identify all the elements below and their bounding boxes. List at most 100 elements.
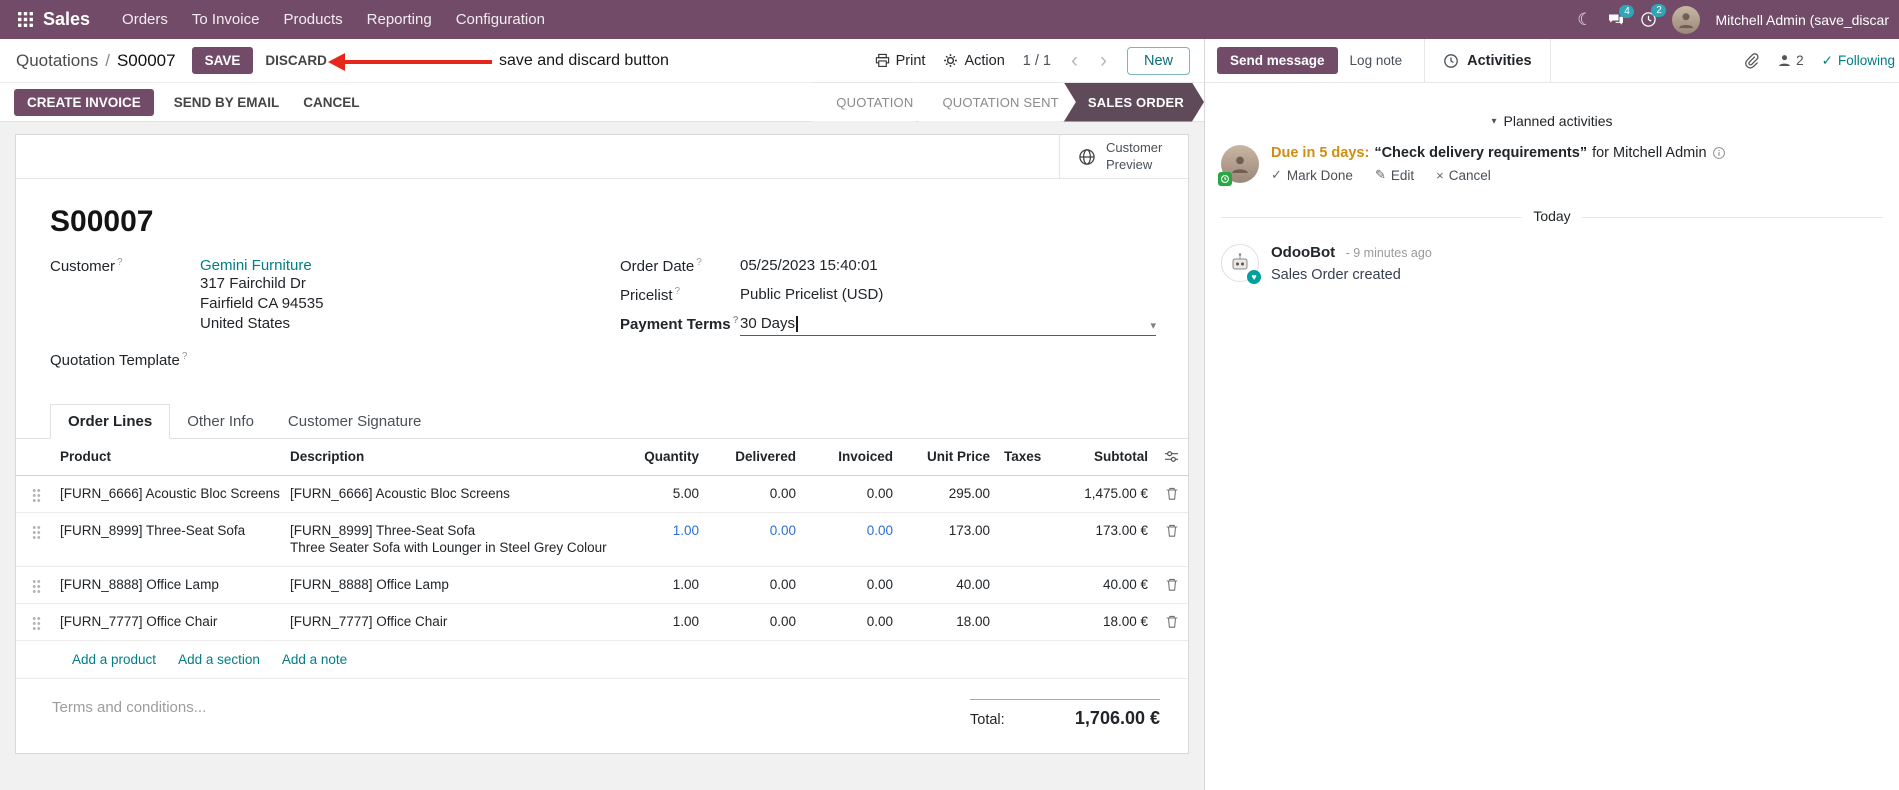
dropdown-caret-icon[interactable]: ▾ bbox=[1150, 319, 1156, 332]
create-invoice-button[interactable]: CREATE INVOICE bbox=[14, 88, 154, 116]
line-unit-price[interactable]: 173.00 bbox=[897, 513, 994, 549]
tab-other-info[interactable]: Other Info bbox=[170, 405, 271, 438]
line-invoiced[interactable]: 0.00 bbox=[800, 604, 897, 640]
line-quantity[interactable]: 1.00 bbox=[608, 567, 703, 603]
customer-preview-button[interactable]: Customer Preview bbox=[1059, 135, 1188, 178]
print-button[interactable]: Print bbox=[875, 53, 925, 69]
cancel-button[interactable]: CANCEL bbox=[291, 89, 371, 116]
apps-menu-icon[interactable] bbox=[8, 12, 43, 27]
line-unit-price[interactable]: 295.00 bbox=[897, 476, 994, 512]
pencil-icon: ✎ bbox=[1374, 167, 1386, 182]
edit-activity-button[interactable]: ✎ Edit bbox=[1375, 167, 1414, 183]
pager-previous-icon[interactable]: ‹ bbox=[1069, 50, 1080, 71]
line-taxes[interactable] bbox=[994, 567, 1072, 585]
terms-placeholder[interactable]: Terms and conditions... bbox=[52, 699, 206, 716]
line-invoiced[interactable]: 0.00 bbox=[800, 567, 897, 603]
line-taxes[interactable] bbox=[994, 604, 1072, 622]
line-invoiced[interactable]: 0.00 bbox=[800, 513, 897, 549]
customer-link[interactable]: Gemini Furniture bbox=[200, 257, 620, 274]
send-message-button[interactable]: Send message bbox=[1217, 47, 1338, 74]
delete-line-icon[interactable] bbox=[1152, 513, 1191, 547]
pager-next-icon[interactable]: › bbox=[1098, 50, 1109, 71]
followers-button[interactable]: 2 bbox=[1777, 53, 1804, 68]
line-unit-price[interactable]: 40.00 bbox=[897, 567, 994, 603]
breadcrumb-quotations[interactable]: Quotations bbox=[16, 51, 98, 71]
line-product[interactable]: [FURN_7777] Office Chair bbox=[56, 604, 286, 640]
messages-icon[interactable]: 4 bbox=[1607, 4, 1635, 28]
delete-line-icon[interactable] bbox=[1152, 604, 1191, 638]
pricelist-value[interactable]: Public Pricelist (USD) bbox=[740, 286, 883, 304]
tab-order-lines[interactable]: Order Lines bbox=[50, 404, 171, 440]
add-section-link[interactable]: Add a section bbox=[178, 652, 260, 667]
menu-reporting[interactable]: Reporting bbox=[355, 11, 444, 28]
order-line-row[interactable]: [FURN_7777] Office Chair [FURN_7777] Off… bbox=[16, 604, 1191, 642]
odoobot-avatar[interactable]: ♥ bbox=[1221, 244, 1261, 284]
new-button[interactable]: New bbox=[1126, 46, 1190, 75]
help-icon: ? bbox=[181, 351, 188, 363]
line-delivered[interactable]: 0.00 bbox=[703, 513, 800, 549]
line-delivered[interactable]: 0.00 bbox=[703, 567, 800, 603]
dark-mode-icon[interactable]: ☾ bbox=[1577, 10, 1592, 30]
chatter-panel: Send message Log note Activities 2 ✓ Fol… bbox=[1205, 39, 1899, 790]
line-delivered[interactable]: 0.00 bbox=[703, 604, 800, 640]
line-description[interactable]: [FURN_7777] Office Chair bbox=[286, 604, 608, 640]
line-quantity[interactable]: 1.00 bbox=[608, 513, 703, 549]
send-by-email-button[interactable]: SEND BY EMAIL bbox=[162, 89, 292, 116]
discard-button[interactable]: DISCARD bbox=[253, 47, 339, 74]
line-invoiced[interactable]: 0.00 bbox=[800, 476, 897, 512]
line-product[interactable]: [FURN_8888] Office Lamp bbox=[56, 567, 286, 603]
delete-line-icon[interactable] bbox=[1152, 476, 1191, 510]
add-note-link[interactable]: Add a note bbox=[282, 652, 347, 667]
user-name[interactable]: Mitchell Admin (save_discar bbox=[1715, 12, 1889, 28]
payment-terms-input[interactable]: 30 Days ▾ bbox=[740, 315, 1156, 336]
drag-handle-icon[interactable] bbox=[16, 567, 56, 603]
order-line-row[interactable]: [FURN_8999] Three-Seat Sofa [FURN_8999] … bbox=[16, 513, 1191, 568]
col-taxes: Taxes bbox=[1004, 449, 1042, 465]
activity-avatar[interactable] bbox=[1218, 145, 1259, 186]
line-product[interactable]: [FURN_8999] Three-Seat Sofa bbox=[56, 513, 286, 549]
cancel-activity-button[interactable]: × Cancel bbox=[1436, 167, 1491, 183]
message-author[interactable]: OdooBot bbox=[1271, 244, 1335, 261]
state-quotation[interactable]: QUOTATION bbox=[812, 83, 927, 122]
line-description[interactable]: [FURN_8999] Three-Seat Sofa Three Seater … bbox=[286, 513, 608, 566]
log-note-button[interactable]: Log note bbox=[1338, 47, 1415, 74]
app-name[interactable]: Sales bbox=[43, 9, 90, 30]
quotation-template-field[interactable] bbox=[200, 351, 620, 369]
action-button[interactable]: Action bbox=[943, 53, 1005, 69]
info-icon[interactable] bbox=[1712, 146, 1726, 160]
optional-columns-icon[interactable] bbox=[1152, 439, 1191, 473]
tab-customer-signature[interactable]: Customer Signature bbox=[271, 405, 438, 438]
menu-products[interactable]: Products bbox=[271, 11, 354, 28]
line-description[interactable]: [FURN_8888] Office Lamp bbox=[286, 567, 608, 603]
menu-orders[interactable]: Orders bbox=[110, 11, 180, 28]
line-taxes[interactable] bbox=[994, 476, 1072, 494]
line-taxes[interactable] bbox=[994, 513, 1072, 531]
line-description[interactable]: [FURN_6666] Acoustic Bloc Screens bbox=[286, 476, 608, 512]
save-button[interactable]: SAVE bbox=[191, 47, 254, 74]
mark-done-button[interactable]: ✓ Mark Done bbox=[1271, 167, 1353, 183]
tab-activities[interactable]: Activities bbox=[1424, 39, 1551, 82]
line-unit-price[interactable]: 18.00 bbox=[897, 604, 994, 640]
order-line-row[interactable]: [FURN_8888] Office Lamp [FURN_8888] Offi… bbox=[16, 567, 1191, 605]
drag-handle-icon[interactable] bbox=[16, 513, 56, 549]
line-product[interactable]: [FURN_6666] Acoustic Bloc Screens bbox=[56, 476, 286, 512]
state-quotation-sent[interactable]: QUOTATION SENT bbox=[918, 83, 1072, 122]
line-quantity[interactable]: 5.00 bbox=[608, 476, 703, 512]
user-avatar[interactable] bbox=[1672, 5, 1701, 34]
line-quantity[interactable]: 1.00 bbox=[608, 604, 703, 640]
order-line-row[interactable]: [FURN_6666] Acoustic Bloc Screens [FURN_… bbox=[16, 476, 1188, 513]
heart-icon: ♥ bbox=[1247, 270, 1261, 284]
menu-configuration[interactable]: Configuration bbox=[444, 11, 557, 28]
line-delivered[interactable]: 0.00 bbox=[703, 476, 800, 512]
drag-handle-icon[interactable] bbox=[16, 604, 56, 640]
menu-to-invoice[interactable]: To Invoice bbox=[180, 11, 272, 28]
activity-clock-icon[interactable]: 2 bbox=[1640, 4, 1667, 28]
state-sales-order[interactable]: SALES ORDER bbox=[1064, 83, 1204, 122]
attachments-button[interactable] bbox=[1743, 52, 1759, 69]
order-date-value[interactable]: 05/25/2023 15:40:01 bbox=[740, 257, 878, 275]
delete-line-icon[interactable] bbox=[1152, 567, 1191, 601]
add-product-link[interactable]: Add a product bbox=[72, 652, 156, 667]
planned-activities-toggle[interactable]: ▾ Planned activities bbox=[1205, 113, 1899, 129]
following-button[interactable]: ✓ Following bbox=[1822, 53, 1895, 69]
drag-handle-icon[interactable] bbox=[16, 476, 56, 512]
